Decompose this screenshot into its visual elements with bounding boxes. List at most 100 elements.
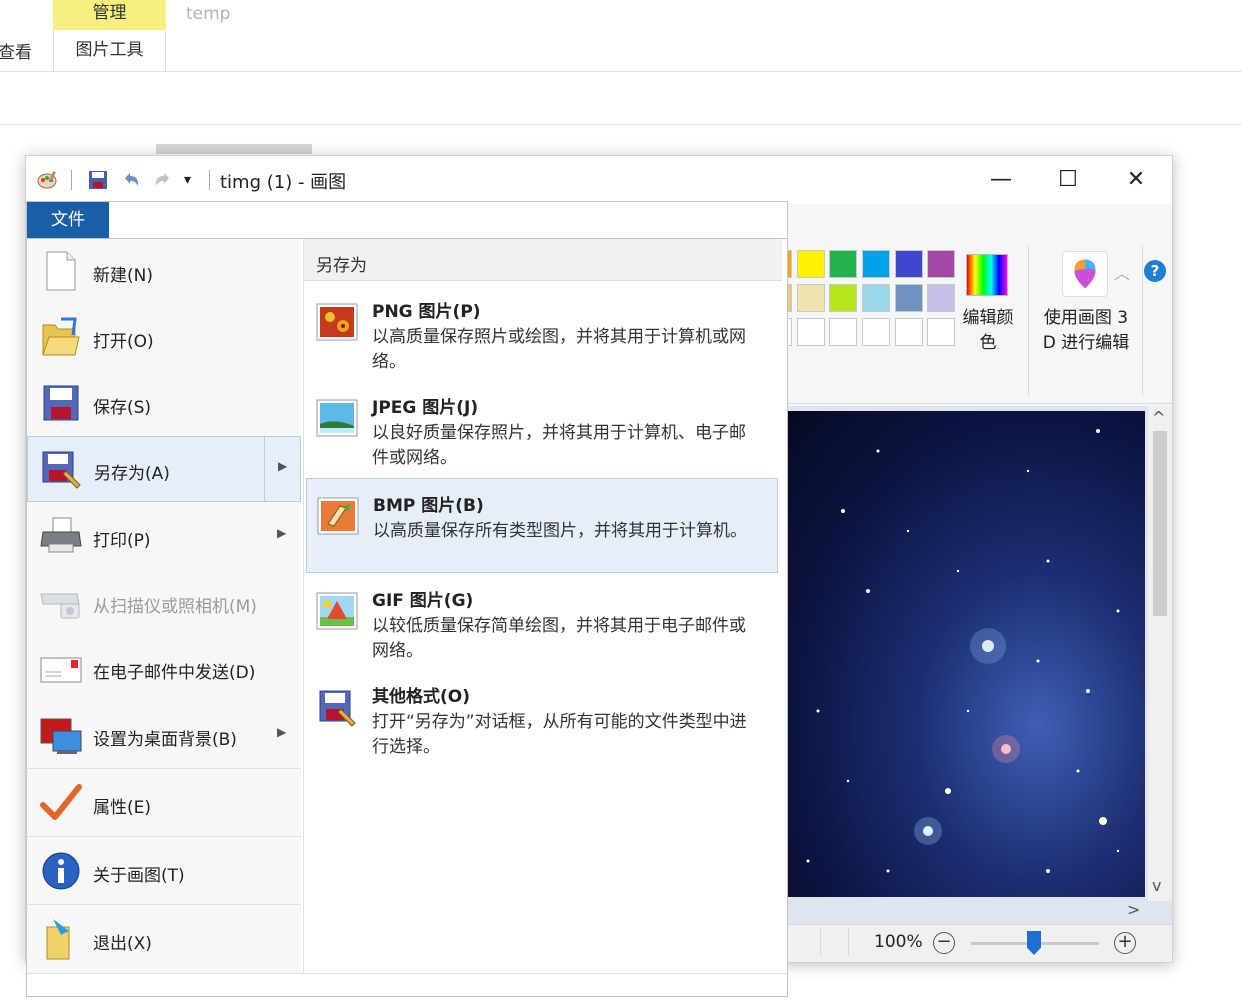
menu-item-save[interactable]: 保存(S) [27, 371, 301, 437]
submenu-title: 另存为 [316, 256, 367, 276]
save-as-other-formats[interactable]: 其他格式(O) 打开“另存为”对话框，从所有可能的文件类型中进行选择。 [306, 670, 778, 765]
paint-app-icon[interactable] [36, 169, 58, 191]
submenu-header: 另存为 [304, 239, 782, 281]
customize-qat-icon[interactable]: ▾ [184, 169, 206, 191]
save-as-option-title: 其他格式(O) [372, 687, 470, 707]
ribbon-separator [1142, 246, 1143, 396]
zoom-out-button[interactable]: − [933, 932, 955, 954]
color-swatch[interactable] [862, 284, 890, 312]
color-swatch-empty[interactable] [895, 318, 923, 346]
save-icon[interactable] [87, 169, 109, 191]
scroll-right-arrow-icon[interactable]: > [1127, 900, 1140, 919]
paint3d-icon[interactable] [1062, 251, 1108, 297]
save-as-bmp[interactable]: BMP 图片(B) 以高质量保存所有类型图片，并将其用于计算机。 [306, 478, 778, 573]
file-menu-footer [27, 973, 787, 996]
zoom-level: 100% [874, 932, 923, 952]
undo-icon[interactable] [120, 169, 142, 191]
info-icon [42, 852, 80, 890]
save-as-option-desc: 以良好质量保存照片，并将其用于计算机、电子邮件或网络。 [372, 423, 746, 468]
submenu-arrow-icon[interactable]: ▶ [278, 459, 287, 473]
save-as-option-desc: 以高质量保存照片或绘图，并将其用于计算机或网络。 [372, 327, 746, 372]
divider [27, 836, 301, 837]
color-swatch[interactable] [829, 250, 857, 278]
menu-item-email[interactable]: 在电子邮件中发送(D) [27, 636, 301, 702]
explorer-title-temp: temp [186, 4, 231, 24]
file-menu-commands: 新建(N) 打开(O) 保存(S) 另存为(A) ▶ 打印(P) ▶ 从扫描仪或… [27, 239, 301, 973]
jpeg-image-icon [316, 399, 358, 437]
explorer-scrollbar-thumb[interactable] [156, 144, 312, 154]
save-as-option-title: GIF 图片(G) [372, 591, 474, 611]
open-folder-icon [42, 317, 80, 356]
menu-item-label: 设置为桌面背景(B) [93, 730, 237, 750]
status-separator [820, 928, 821, 956]
menu-item-label: 退出(X) [93, 934, 152, 954]
maximize-button[interactable]: ☐ [1038, 160, 1098, 200]
menu-item-exit[interactable]: 退出(X) [27, 907, 301, 973]
checkmark-icon [40, 784, 82, 820]
title-bar: ▾ timg (1) - 画图 — ☐ ✕ [26, 156, 1172, 204]
canvas-image[interactable] [788, 411, 1145, 897]
color-swatch[interactable] [797, 250, 825, 278]
scroll-up-arrow-icon[interactable]: ^ [1152, 408, 1165, 427]
submenu-arrow-icon[interactable]: ▶ [277, 526, 286, 540]
divider [0, 124, 1242, 125]
menu-item-label: 打开(O) [93, 332, 154, 352]
tab-view[interactable]: 查看 [0, 38, 32, 63]
color-swatch-empty[interactable] [797, 318, 825, 346]
color-swatch[interactable] [927, 284, 955, 312]
edit-colors-icon[interactable] [966, 254, 1008, 296]
close-button[interactable]: ✕ [1106, 160, 1166, 200]
color-swatch[interactable] [797, 284, 825, 312]
vertical-scrollbar-thumb[interactable] [1153, 431, 1167, 616]
save-as-png[interactable]: PNG 图片(P) 以高质量保存照片或绘图，并将其用于计算机或网络。 [306, 285, 778, 380]
color-swatch-empty[interactable] [927, 318, 955, 346]
color-swatch[interactable] [895, 284, 923, 312]
save-as-option-title: BMP 图片(B) [373, 496, 484, 516]
menu-item-open[interactable]: 打开(O) [27, 305, 301, 371]
color-swatch[interactable] [862, 250, 890, 278]
email-icon [40, 657, 82, 683]
help-icon[interactable]: ? [1144, 260, 1166, 282]
menu-item-label: 保存(S) [93, 398, 152, 418]
menu-item-print[interactable]: 打印(P) ▶ [27, 504, 301, 570]
collapse-ribbon-icon[interactable]: ︿ [1114, 260, 1130, 284]
save-as-gif[interactable]: GIF 图片(G) 以较低质量保存简单绘图，并将其用于电子邮件或网络。 [306, 574, 778, 669]
menu-item-label: 从扫描仪或照相机(M) [93, 597, 257, 617]
divider [0, 71, 1242, 72]
contextual-tab-manage[interactable]: 管理 [53, 0, 166, 30]
save-disk-icon [43, 385, 79, 421]
ribbon-separator [1028, 246, 1029, 396]
scroll-down-arrow-icon[interactable]: v [1152, 876, 1161, 895]
minimize-button[interactable]: — [971, 160, 1031, 200]
menu-item-label: 打印(P) [93, 531, 151, 551]
save-as-icon [42, 451, 81, 489]
printer-icon [40, 517, 82, 553]
other-formats-icon [319, 690, 356, 727]
file-tab[interactable]: 文件 [27, 202, 109, 239]
divider [27, 904, 301, 905]
menu-item-save-as[interactable]: 另存为(A) ▶ [27, 436, 301, 502]
save-as-submenu: 另存为 PNG 图片(P) 以高质量保存照片或绘图，并将其用于计算机或网络。 J… [303, 239, 782, 973]
png-image-icon [316, 303, 358, 341]
edit-with-paint3d-button[interactable]: 使用画图 3 D 进行编辑 [1036, 306, 1136, 356]
color-swatch[interactable] [829, 284, 857, 312]
zoom-in-button[interactable]: + [1114, 932, 1136, 954]
redo-icon[interactable] [152, 169, 174, 191]
edit-colors-button[interactable]: 编辑颜色 [962, 306, 1014, 356]
desktop-background-icon [40, 718, 82, 754]
color-swatch[interactable] [927, 250, 955, 278]
color-swatch-empty[interactable] [829, 318, 857, 346]
menu-item-about[interactable]: 关于画图(T) [27, 839, 301, 905]
menu-item-new[interactable]: 新建(N) [27, 239, 301, 305]
color-swatch-empty[interactable] [862, 318, 890, 346]
explorer-ribbon: 管理 temp 查看 图片工具 [0, 0, 1242, 154]
save-as-jpeg[interactable]: JPEG 图片(J) 以良好质量保存照片，并将其用于计算机、电子邮件或网络。 [306, 381, 778, 476]
color-swatch[interactable] [895, 250, 923, 278]
new-file-icon [46, 251, 76, 291]
submenu-arrow-icon[interactable]: ▶ [277, 725, 286, 739]
tab-picture-tools[interactable]: 图片工具 [53, 30, 166, 72]
save-as-option-desc: 以高质量保存所有类型图片，并将其用于计算机。 [373, 521, 747, 541]
menu-item-set-desktop-background[interactable]: 设置为桌面背景(B) ▶ [27, 703, 301, 769]
save-as-option-title: JPEG 图片(J) [372, 398, 479, 418]
menu-item-properties[interactable]: 属性(E) [27, 771, 301, 837]
